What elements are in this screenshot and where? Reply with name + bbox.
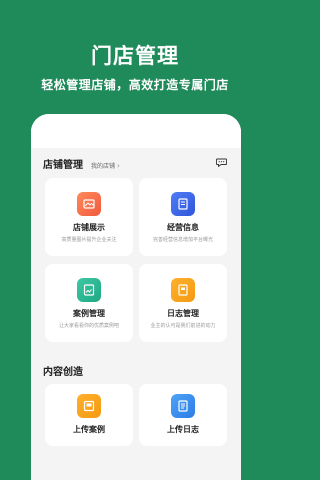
hero-subtitle: 轻松管理店铺，高效打造专属门店	[41, 78, 229, 92]
document-icon	[171, 192, 195, 216]
card-case-management[interactable]: 案例管理 让大家看看你的优质案例吧	[45, 264, 133, 342]
upload-case-button[interactable]: 上传案例	[45, 384, 133, 446]
card-desc: 完善经营信息增加平台曝光	[152, 237, 213, 243]
card-title: 经营信息	[167, 223, 199, 232]
card-store-display[interactable]: 店铺展示 高质量图片提升企业关注	[45, 178, 133, 256]
hero-title: 门店管理	[91, 44, 179, 68]
card-desc: 高质量图片提升企业关注	[61, 237, 117, 243]
upload-log-icon	[171, 394, 195, 418]
image-case-icon	[77, 278, 101, 302]
store-section-header: 店铺管理 我的店铺 ›	[43, 156, 120, 171]
card-title: 上传日志	[167, 425, 199, 434]
content-section-header: 内容创造	[43, 363, 83, 378]
card-business-info[interactable]: 经营信息 完善经营信息增加平台曝光	[139, 178, 227, 256]
card-title: 上传案例	[73, 425, 105, 434]
app-screen: 店铺管理 我的店铺 › 店铺展示 高质量图片提升企业关注 经营信息 完善经营信息…	[31, 114, 241, 480]
card-desc: 业主的认可是我们前进的动力	[150, 323, 216, 329]
card-title: 店铺展示	[73, 223, 105, 232]
card-log-management[interactable]: 日志管理 业主的认可是我们前进的动力	[139, 264, 227, 342]
upload-log-button[interactable]: 上传日志	[139, 384, 227, 446]
upload-case-icon	[77, 394, 101, 418]
status-bar-area	[31, 114, 241, 148]
card-title: 案例管理	[73, 309, 105, 318]
store-section-title: 店铺管理	[43, 160, 83, 171]
chat-bubble-icon[interactable]	[216, 158, 227, 167]
phone-mockup: 店铺管理 我的店铺 › 店铺展示 高质量图片提升企业关注 经营信息 完善经营信息…	[31, 114, 241, 480]
storefront-icon	[77, 192, 101, 216]
chevron-right-icon: ›	[117, 161, 120, 170]
my-store-label: 我的店铺	[91, 163, 116, 170]
content-section-title: 内容创造	[43, 367, 83, 378]
my-store-link[interactable]: 我的店铺 ›	[91, 161, 120, 171]
card-title: 日志管理	[167, 309, 199, 318]
card-desc: 让大家看看你的优质案例吧	[58, 323, 119, 329]
notebook-icon	[171, 278, 195, 302]
